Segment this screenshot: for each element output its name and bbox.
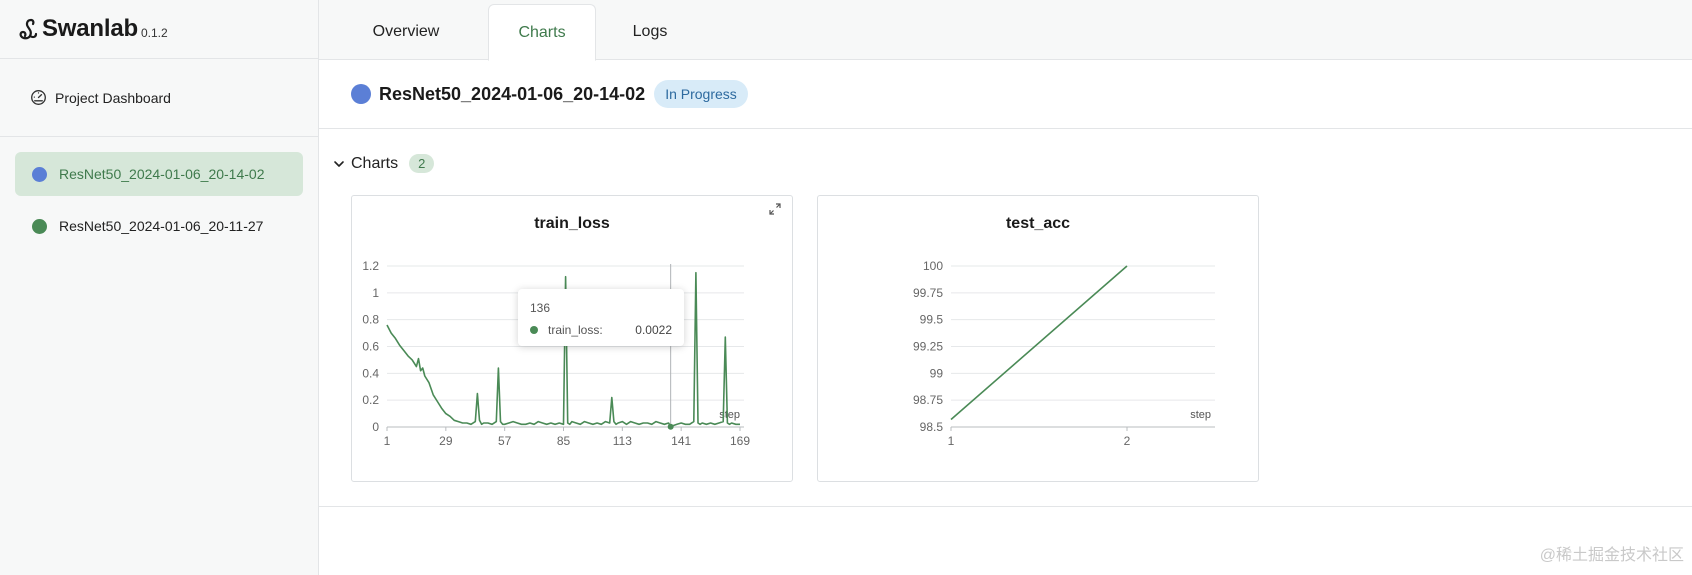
- y-tick-label: 99.5: [920, 313, 944, 327]
- tooltip-value: 0.0022: [635, 323, 672, 337]
- y-tick-label: 0.8: [362, 313, 379, 327]
- tab-overview[interactable]: Overview: [349, 4, 463, 60]
- chart-tooltip: 136 train_loss: 0.0022: [518, 289, 684, 346]
- experiment-color-dot: [32, 166, 47, 182]
- chart-card-test-acc[interactable]: test_acc 98.5 98.75 99 99.25 99.5 99.75 100 1 2 s…: [817, 195, 1259, 482]
- experiment-color-dot: [32, 218, 47, 234]
- tab-logs[interactable]: Logs: [603, 4, 697, 60]
- run-color-dot: [351, 84, 371, 104]
- run-title: ResNet50_2024-01-06_20-14-02: [379, 83, 646, 104]
- x-axis-label: step: [719, 409, 740, 421]
- y-tick-label: 0.2: [362, 393, 379, 407]
- experiment-item[interactable]: ResNet50_2024-01-06_20-11-27: [15, 204, 303, 248]
- tab-bar: Overview Charts Logs: [319, 0, 1692, 61]
- chart-card-train-loss[interactable]: train_loss 0 0.2 0.4 0.6 0.8 1 1.2 1 29 57 85 113 14…: [351, 195, 793, 482]
- x-tick-label: 1: [384, 434, 391, 448]
- project-dashboard-label: Project Dashboard: [55, 89, 171, 106]
- y-tick-label: 98.75: [913, 393, 943, 407]
- brand-version: 0.1.2: [140, 26, 168, 40]
- y-tick-label: 0: [372, 420, 379, 434]
- y-tick-label: 98.5: [920, 420, 944, 434]
- watermark: @稀土掘金技术社区: [1539, 547, 1684, 564]
- experiment-name: ResNet50_2024-01-06_20-14-02: [59, 166, 265, 182]
- x-tick-label: 169: [730, 434, 750, 448]
- x-tick-label: 141: [671, 434, 691, 448]
- y-tick-label: 99.25: [913, 340, 943, 354]
- run-header: ResNet50_2024-01-06_20-14-02 In Progress: [319, 60, 1692, 129]
- x-tick-label: 1: [948, 434, 955, 448]
- experiment-item[interactable]: ResNet50_2024-01-06_20-14-02: [15, 152, 303, 196]
- brand-name: Swanlab: [42, 15, 138, 42]
- experiment-name: ResNet50_2024-01-06_20-11-27: [59, 218, 264, 234]
- project-dashboard-link[interactable]: Project Dashboard: [0, 59, 318, 137]
- charts-section: Charts 2 train_loss 0 0.2 0.4 0.6 0.8 1 1.2 1 29…: [319, 129, 1692, 507]
- experiment-list: ResNet50_2024-01-06_20-14-02 ResNet50_20…: [0, 137, 318, 248]
- y-tick-label: 1.2: [362, 259, 379, 273]
- series-line: [950, 265, 1128, 421]
- tooltip-row: train_loss: 0.0022: [530, 323, 672, 337]
- main-panel: Overview Charts Logs ResNet50_2024-01-06…: [319, 0, 1692, 575]
- chart-count-badge: 2: [409, 154, 435, 173]
- x-tick-label: 2: [1124, 434, 1131, 448]
- x-tick-label: 29: [439, 434, 453, 448]
- dashboard-gauge-icon: [31, 90, 46, 105]
- y-tick-label: 100: [923, 259, 943, 273]
- x-axis-label: step: [1190, 409, 1211, 421]
- x-tick-label: 85: [557, 434, 571, 448]
- y-tick-label: 99: [930, 366, 944, 380]
- test-acc-plot[interactable]: 98.5 98.75 99 99.25 99.5 99.75 100 1 2 step: [818, 196, 1258, 481]
- y-tick-label: 1: [372, 286, 379, 300]
- charts-section-toggle[interactable]: Charts 2: [333, 154, 435, 173]
- y-tick-label: 0.4: [362, 366, 379, 380]
- app-window: Swanlab 0.1.2 Project Dashboard ResNet50…: [0, 0, 1692, 575]
- hover-point: [667, 423, 674, 430]
- brand[interactable]: Swanlab 0.1.2: [0, 0, 318, 59]
- y-tick-label: 0.6: [362, 340, 379, 354]
- tooltip-series-dot: [530, 326, 538, 334]
- swan-logo-icon: [19, 18, 38, 40]
- chevron-down-icon: [334, 160, 344, 167]
- sidebar: Swanlab 0.1.2 Project Dashboard ResNet50…: [0, 0, 319, 575]
- y-tick-label: 99.75: [913, 286, 943, 300]
- section-title: Charts: [351, 154, 399, 172]
- tab-charts[interactable]: Charts: [488, 4, 596, 61]
- tooltip-label: train_loss:: [548, 323, 603, 337]
- tooltip-step: 136: [530, 301, 551, 315]
- x-tick-label: 57: [498, 434, 512, 448]
- x-tick-label: 113: [613, 434, 632, 448]
- status-badge: In Progress: [654, 80, 748, 108]
